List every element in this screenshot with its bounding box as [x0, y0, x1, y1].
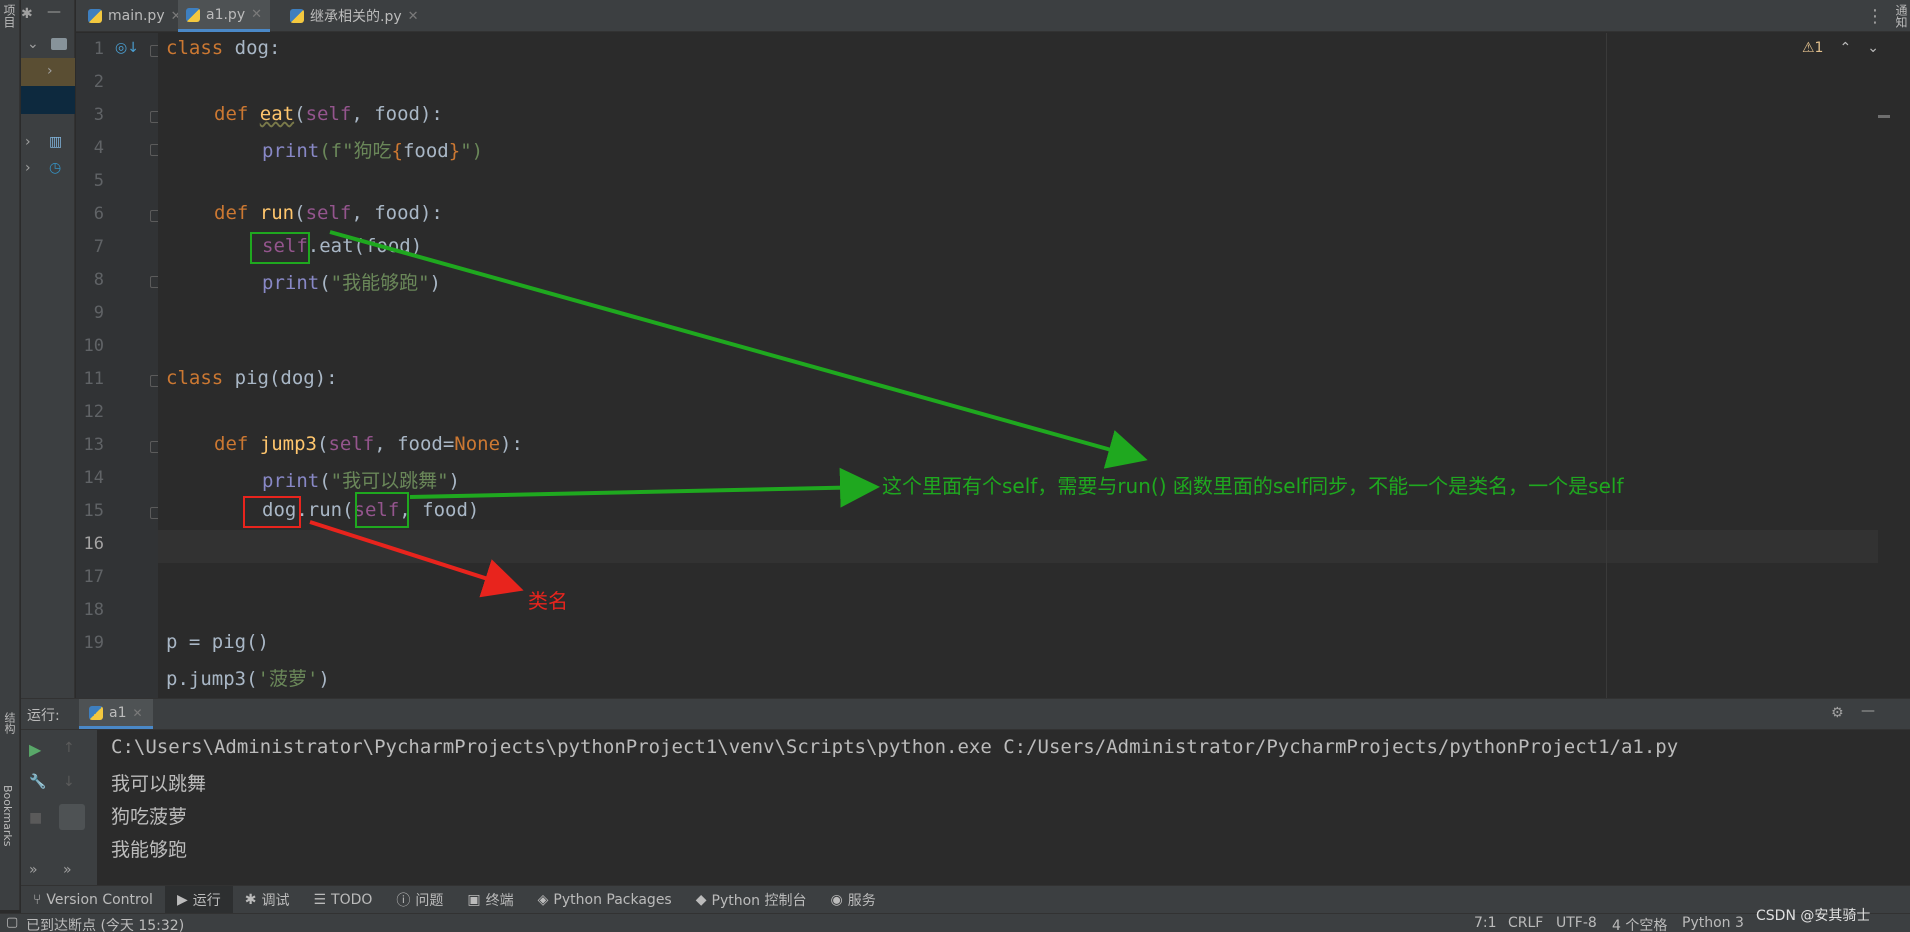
- arrow-self-to-note: [409, 467, 880, 508]
- tool-label: 运行: [192, 892, 221, 909]
- tool-terminal[interactable]: ▣ 终端: [455, 886, 525, 914]
- more-icon[interactable]: »: [29, 862, 38, 878]
- list-icon: ☰: [313, 891, 327, 908]
- annotation-note-self: 这个里面有个self，需要与run() 函数里面的self同步，不能一个是类名，…: [882, 474, 1624, 498]
- bug-icon: ✱: [244, 891, 257, 908]
- status-message: 已到达断点 (今天 15:32): [26, 918, 185, 932]
- tool-run[interactable]: ▶ 运行: [164, 885, 233, 914]
- tool-label: 调试: [261, 892, 290, 909]
- run-panel-header: 运行: a1 ✕ ⚙ —: [21, 698, 1910, 730]
- wrench-icon[interactable]: 🔧: [29, 774, 46, 790]
- interpreter-selector[interactable]: Python 3: [1682, 915, 1744, 931]
- caret-position[interactable]: 7:1: [1474, 915, 1497, 931]
- stop-icon[interactable]: ■: [29, 810, 42, 826]
- tool-label: 问题: [415, 892, 444, 909]
- tool-python-packages[interactable]: ◈ Python Packages: [526, 886, 684, 914]
- scroll-marker: [1878, 115, 1890, 118]
- annotation-note-class-name: 类名: [528, 589, 568, 613]
- chevron-up-icon[interactable]: ⌃: [1839, 40, 1851, 56]
- run-panel-toolbar: ▶ ↑ 🔧 ↓ ■ » »: [21, 730, 97, 885]
- tool-label: Python 控制台: [711, 892, 807, 909]
- console-line: C:\Users\Administrator\PycharmProjects\p…: [111, 736, 1679, 758]
- rerun-icon[interactable]: ▶: [29, 740, 41, 759]
- soft-wrap-icon[interactable]: [59, 804, 85, 830]
- gear-icon[interactable]: ⚙: [1831, 705, 1844, 721]
- tool-window-bar: ⑂ Version Control ▶ 运行 ✱ 调试 ☰ TODO ⓘ 问题 ▣ 终端 ◈…: [21, 885, 1910, 914]
- editor-scrollbar[interactable]: [1878, 33, 1890, 698]
- file-encoding[interactable]: UTF-8: [1556, 915, 1597, 931]
- play-icon: ▶: [176, 891, 188, 908]
- terminal-icon: ▣: [467, 891, 481, 908]
- arrow-down-icon[interactable]: ↓: [63, 774, 75, 790]
- console-line: 我可以跳舞: [111, 773, 207, 795]
- tool-todo[interactable]: ☰ TODO: [301, 886, 384, 914]
- tool-version-control[interactable]: ⑂ Version Control: [21, 886, 165, 914]
- tool-debug[interactable]: ✱ 调试: [233, 886, 302, 914]
- console-line: 我能够跑: [111, 839, 188, 861]
- services-icon: ◉: [830, 891, 843, 908]
- branch-icon: ⑂: [33, 891, 42, 908]
- tool-problems[interactable]: ⓘ 问题: [384, 886, 455, 914]
- arrow-up-icon[interactable]: ↑: [63, 740, 75, 756]
- run-panel-label: 运行:: [27, 708, 60, 724]
- tool-services[interactable]: ◉ 服务: [819, 886, 888, 914]
- status-bar: ▢ 已到达断点 (今天 15:32) 7:1 CRLF UTF-8 4 个空格 …: [0, 908, 1910, 932]
- indent-setting[interactable]: 4 个空格: [1612, 915, 1667, 932]
- watermark: CSDN @安其骑士: [1756, 908, 1871, 924]
- arrow-class-name: [309, 520, 524, 598]
- package-icon: ◈: [537, 891, 549, 908]
- info-icon: ⓘ: [396, 892, 411, 909]
- close-icon[interactable]: ✕: [133, 706, 143, 720]
- run-tab-a1[interactable]: a1 ✕: [79, 699, 153, 729]
- tool-python-console[interactable]: ◆ Python 控制台: [684, 886, 819, 914]
- run-console-output[interactable]: C:\Users\Administrator\PycharmProjects\p…: [97, 730, 1910, 885]
- tool-label: Version Control: [46, 891, 153, 908]
- inspection-widget[interactable]: ⚠1 ⌃ ⌄: [1802, 40, 1879, 56]
- tool-label: 终端: [485, 892, 514, 909]
- warning-count[interactable]: ⚠1: [1802, 40, 1823, 56]
- python-file-icon: [89, 705, 103, 720]
- arrow-self-to-run: [329, 230, 1148, 469]
- layout-icon[interactable]: ▢: [6, 915, 18, 930]
- console-line: 狗吃菠萝: [111, 806, 188, 828]
- line-separator[interactable]: CRLF: [1508, 915, 1543, 931]
- minimize-icon[interactable]: —: [1861, 703, 1875, 719]
- tool-label: TODO: [331, 891, 373, 908]
- tool-label: 服务: [847, 892, 876, 909]
- more-icon[interactable]: »: [63, 862, 72, 878]
- tool-label: Python Packages: [553, 891, 672, 908]
- python-icon: ◆: [695, 891, 707, 908]
- run-tab-label: a1: [109, 704, 127, 721]
